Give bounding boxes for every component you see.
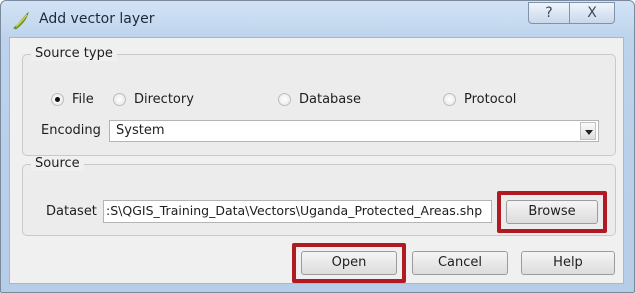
radio-indicator <box>443 93 456 106</box>
chevron-down-icon[interactable] <box>580 122 596 140</box>
title-bar: Add vector layer ? X <box>1 1 634 37</box>
encoding-select[interactable]: System <box>109 120 599 142</box>
source-title: Source <box>31 156 84 171</box>
title-help-button[interactable]: ? <box>528 2 570 24</box>
radio-indicator <box>278 93 291 106</box>
help-icon: ? <box>545 5 553 21</box>
radio-protocol[interactable]: Protocol <box>443 92 516 107</box>
radio-file-label: File <box>72 92 94 107</box>
radio-directory[interactable]: Directory <box>113 92 194 107</box>
dataset-label: Dataset <box>46 204 97 219</box>
title-close-button[interactable]: X <box>569 2 615 24</box>
cancel-button[interactable]: Cancel <box>412 251 508 275</box>
close-icon: X <box>587 5 597 21</box>
radio-indicator-checked <box>51 93 64 106</box>
qgis-icon <box>12 11 32 31</box>
radio-database[interactable]: Database <box>278 92 361 107</box>
encoding-label: Encoding <box>41 123 101 138</box>
radio-protocol-label: Protocol <box>464 92 517 107</box>
radio-directory-label: Directory <box>134 92 194 107</box>
source-type-title: Source type <box>31 46 117 61</box>
dataset-path-field[interactable]: :S\QGIS_Training_Data\Vectors\Uganda_Pro… <box>103 200 492 223</box>
window-title: Add vector layer <box>39 11 155 27</box>
add-vector-layer-dialog: Add vector layer ? X Source type File Di… <box>0 0 635 293</box>
radio-file[interactable]: File <box>51 92 94 107</box>
browse-button[interactable]: Browse <box>506 200 598 224</box>
help-button[interactable]: Help <box>521 251 615 275</box>
radio-indicator <box>113 93 126 106</box>
encoding-value: System <box>116 123 165 138</box>
radio-database-label: Database <box>299 92 362 107</box>
open-button[interactable]: Open <box>301 251 397 275</box>
